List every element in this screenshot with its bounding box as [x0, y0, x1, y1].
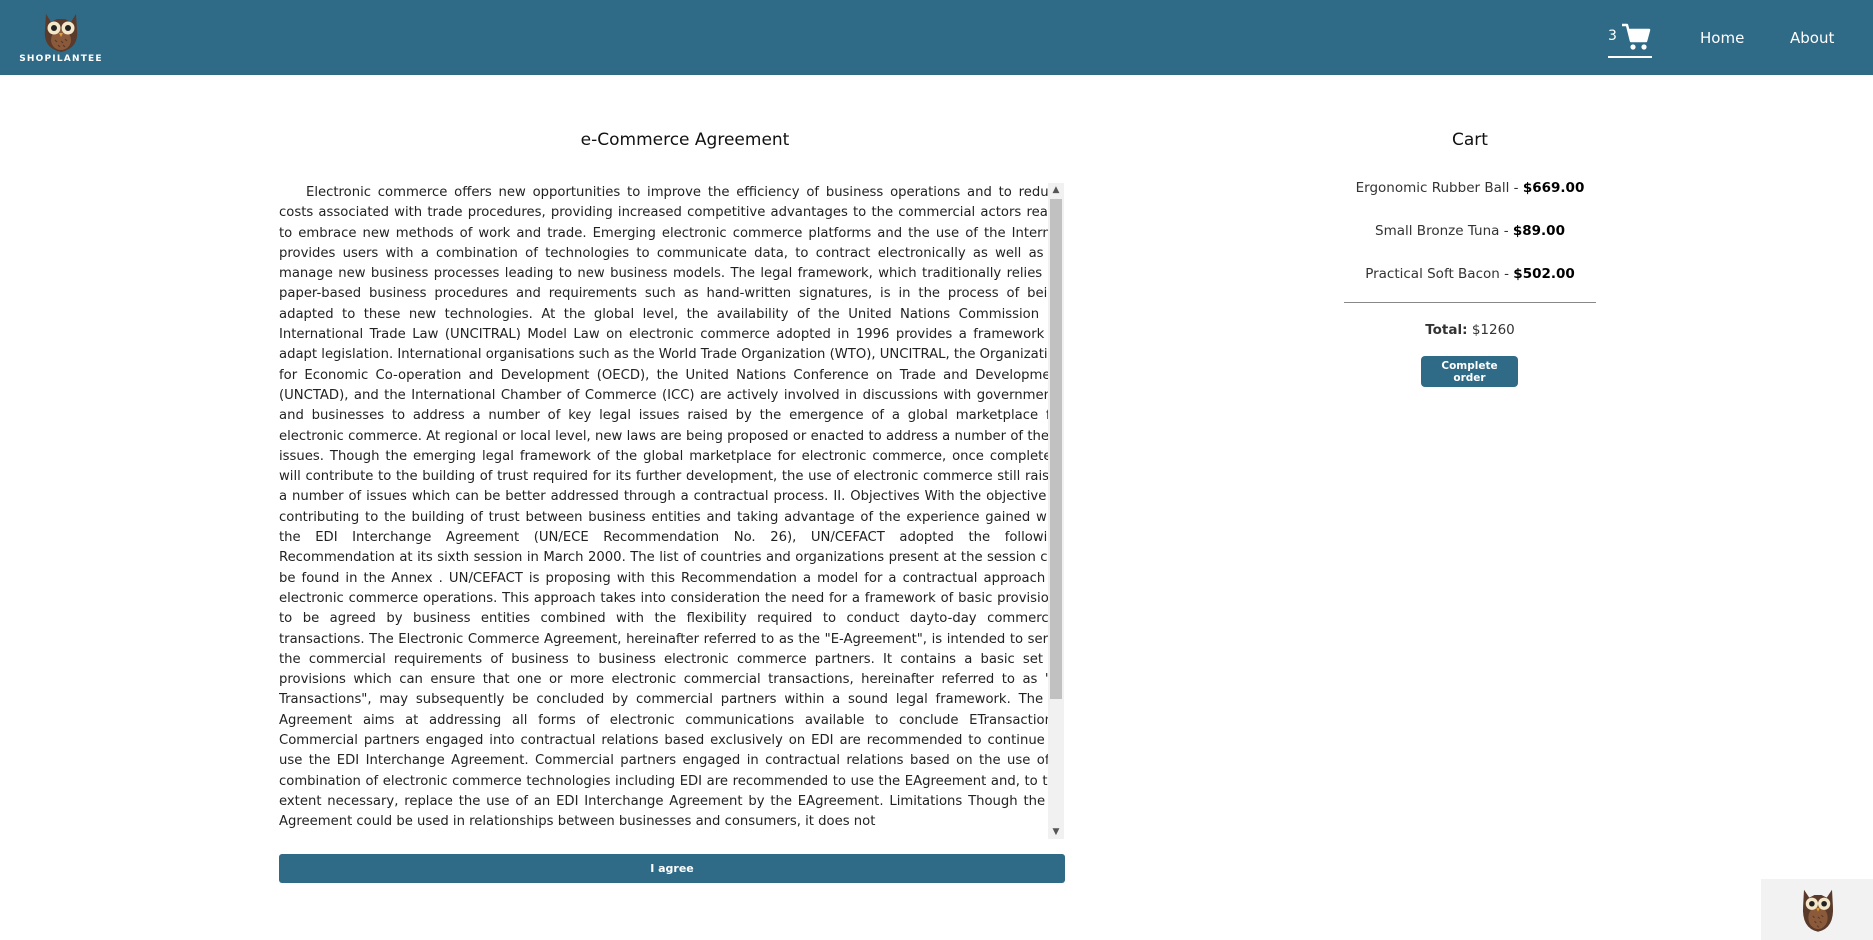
cart-item-name: Practical Soft Bacon	[1365, 266, 1500, 282]
cart-title: Cart	[1452, 130, 1488, 150]
cart-item: Small Bronze Tuna - $89.00	[1344, 223, 1596, 239]
brand-logo[interactable]: SHOPILANTEE	[16, 8, 106, 68]
top-navbar: SHOPILANTEE 3 Home About	[0, 0, 1873, 75]
cart-item-name: Small Bronze Tuna	[1375, 223, 1500, 239]
brand-name: SHOPILANTEE	[19, 54, 103, 64]
cart-item-price: $502.00	[1513, 266, 1575, 282]
cart-item-separator: -	[1509, 180, 1523, 196]
cart-item-separator: -	[1499, 223, 1513, 239]
agreement-title: e-Commerce Agreement	[580, 130, 790, 150]
cart-divider	[1344, 302, 1596, 303]
cart-item: Practical Soft Bacon - $502.00	[1344, 266, 1596, 282]
agreement-scrollbar[interactable]: ▲ ▼	[1048, 183, 1064, 839]
owl-mascot-icon	[1802, 889, 1834, 932]
cart-nav-button[interactable]: 3	[1608, 22, 1652, 58]
agreement-text-scroll[interactable]: Electronic commerce offers new opportuni…	[279, 183, 1064, 839]
cart-item-price: $669.00	[1522, 180, 1585, 196]
agree-button[interactable]: I agree	[279, 854, 1065, 883]
agreement-text: Electronic commerce offers new opportuni…	[279, 185, 1064, 830]
cart-item-price: $89.00	[1512, 223, 1565, 239]
nav-about-link[interactable]: About	[1790, 29, 1834, 47]
cart-item: Ergonomic Rubber Ball - $669.00	[1344, 180, 1596, 196]
scroll-down-arrow-icon[interactable]: ▼	[1048, 825, 1064, 839]
chat-widget[interactable]	[1761, 879, 1873, 940]
scroll-thumb[interactable]	[1050, 199, 1062, 699]
nav-home-link[interactable]: Home	[1700, 29, 1744, 47]
scroll-up-arrow-icon[interactable]: ▲	[1048, 183, 1064, 197]
cart-total-label: Total:	[1425, 322, 1468, 338]
cart-total-value: $1260	[1471, 322, 1515, 338]
cart-total: Total: $1260	[1344, 322, 1596, 338]
cart-item-name: Ergonomic Rubber Ball	[1355, 180, 1510, 196]
owl-logo-icon	[44, 14, 78, 52]
complete-order-button[interactable]: Complete order	[1421, 356, 1518, 387]
cart-item-separator: -	[1499, 266, 1514, 282]
shopping-cart-icon	[1622, 23, 1651, 50]
cart-count-badge: 3	[1608, 28, 1617, 44]
